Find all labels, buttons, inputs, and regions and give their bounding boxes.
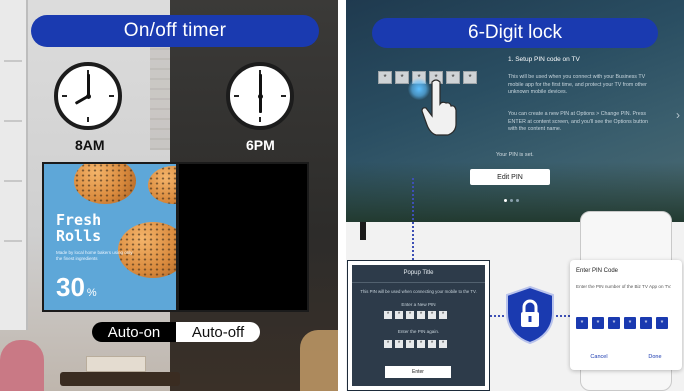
auto-on-option[interactable]: Auto-on <box>92 322 176 342</box>
pointing-hand-icon <box>421 79 457 136</box>
confirm-pin-field[interactable]: * * * * * * <box>384 340 447 348</box>
connector-line <box>556 315 570 317</box>
ad-discount: 30% <box>56 272 97 302</box>
enter-button[interactable]: Enter <box>385 366 451 378</box>
pink-chair <box>0 340 44 391</box>
bread-roll-image <box>74 164 136 204</box>
six-digit-lock-title: 6-Digit lock <box>372 18 658 48</box>
pin-digit: * <box>395 71 409 84</box>
change-pin-instructions: You can create a new PIN at Options > Ch… <box>508 111 648 132</box>
auto-on-off-toggle[interactable]: Auto-on Auto-off <box>92 322 260 342</box>
pin-digit: * <box>378 71 392 84</box>
enter-pin-again-label: Enter the PIN again. <box>397 329 440 334</box>
books <box>86 356 146 372</box>
on-off-timer-panel: On/off timer 8AM 6PM Fresh Rolls Made by… <box>0 0 338 391</box>
done-button[interactable]: Done <box>648 354 661 360</box>
pin-set-status: Your PIN is set. <box>496 152 534 158</box>
divider <box>352 282 485 283</box>
clock-6pm-label: 6PM <box>246 137 275 153</box>
auto-off-option[interactable]: Auto-off <box>176 322 260 342</box>
pin-digit: * <box>463 71 477 84</box>
enter-new-pin-label: Enter a New PIN <box>401 302 436 307</box>
connector-line <box>490 315 504 317</box>
setup-pin-heading: 1. Setup PIN code on TV <box>508 56 580 63</box>
tv-screen-off <box>177 162 309 312</box>
lamp <box>300 330 338 391</box>
enter-pin-description: Enter the PIN number of the Biz TV App o… <box>576 284 672 289</box>
enter-pin-title: Enter PIN Code <box>576 268 619 274</box>
dialog-actions: Cancel Done <box>570 354 682 360</box>
tv-stand-left <box>360 222 366 240</box>
phone-pin-field[interactable]: * * * * * * <box>576 317 668 329</box>
popup-title: Popup Title <box>403 270 434 276</box>
chevron-right-icon[interactable]: › <box>676 108 680 122</box>
tv-popup-frame: Popup Title This PIN will be used when c… <box>347 260 490 391</box>
clock-8am-label: 8AM <box>75 137 105 153</box>
tv-popup-dialog: Popup Title This PIN will be used when c… <box>352 265 485 386</box>
coffee-table <box>60 372 180 386</box>
brick-wall <box>150 40 170 150</box>
window-frame <box>0 0 28 330</box>
tv-pin-setup-screen: 6-Digit lock * * * * * * 1. Setup PIN co… <box>346 0 684 222</box>
clock-6pm-icon <box>226 62 294 130</box>
ad-title: Fresh Rolls <box>56 211 102 245</box>
new-pin-field[interactable]: * * * * * * <box>384 311 447 319</box>
panel-divider <box>338 0 346 391</box>
ad-subtitle: Made by local home bakers using only the… <box>56 250 133 261</box>
clock-8am-icon <box>54 62 122 130</box>
enter-pin-dialog: Enter PIN Code Enter the PIN number of t… <box>570 260 682 370</box>
cancel-button[interactable]: Cancel <box>590 354 607 360</box>
page-indicator <box>504 199 519 202</box>
bread-roll-image <box>148 166 176 204</box>
edit-pin-button[interactable]: Edit PIN <box>470 169 550 185</box>
tv-screen-on: Fresh Rolls Made by local home bakers us… <box>42 162 178 312</box>
connector-line <box>412 178 414 260</box>
on-off-timer-title: On/off timer <box>31 15 319 47</box>
popup-message: This PIN will be used when connecting yo… <box>360 289 477 294</box>
shield-lock-icon <box>506 285 554 345</box>
six-digit-lock-panel: 6-Digit lock * * * * * * 1. Setup PIN co… <box>346 0 684 391</box>
setup-pin-description: This will be used when you connect with … <box>508 74 647 95</box>
